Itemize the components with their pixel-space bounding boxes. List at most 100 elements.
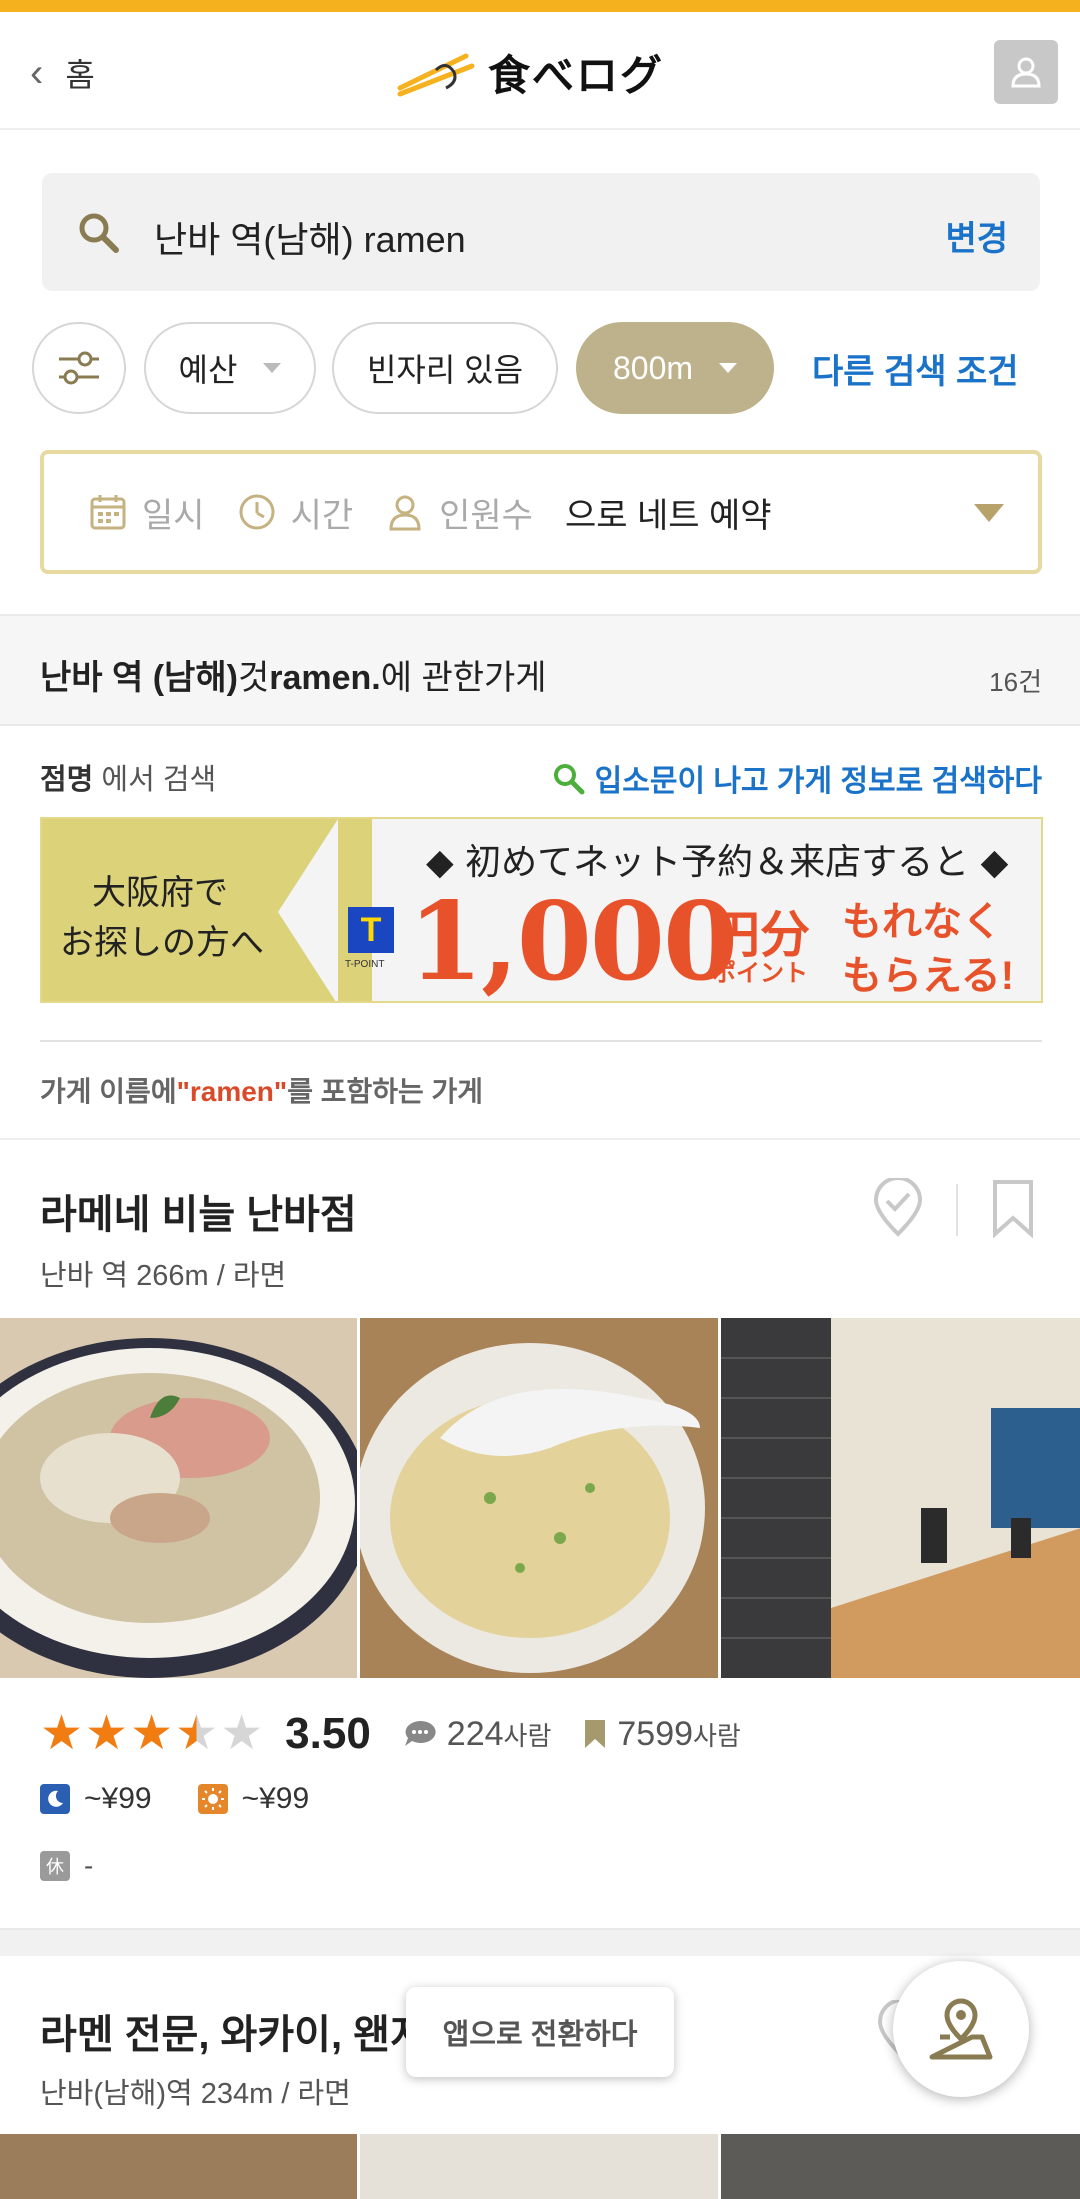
star-empty-icon: ★	[220, 1707, 264, 1760]
result-tail: 에 관한가게	[380, 659, 547, 697]
caret-down-icon	[974, 504, 1004, 522]
save-count-unit: 사람	[693, 1720, 741, 1751]
restaurant-location: 난바(남해)역 234m / 라면	[40, 2078, 351, 2110]
calendar-icon	[90, 495, 126, 530]
people-label: 인원수	[439, 496, 533, 535]
budget-filter[interactable]: 예산	[144, 322, 316, 414]
card-separator	[0, 1928, 1080, 1956]
review-count[interactable]: 224 사람	[403, 1714, 551, 1754]
food-photo[interactable]	[360, 2134, 718, 2199]
star-full-icon: ★	[40, 1707, 84, 1760]
banner-right-line1: もれなく	[842, 889, 1002, 947]
speech-bubble-icon	[404, 1720, 436, 1746]
review-info-search-label: 입소문이 나고 가게 정보로 검색하다	[594, 765, 1042, 798]
distance-label: 800m	[612, 349, 694, 386]
logo-text: 食べログ	[488, 52, 665, 99]
caret-down-icon	[719, 363, 738, 373]
star-full-icon: ★	[130, 1707, 174, 1760]
banner-left-line2: お探しの方へ	[60, 923, 264, 963]
other-conditions-link[interactable]: 다른 검색 조건	[812, 344, 1019, 393]
divider	[956, 1184, 958, 1236]
back-home-button[interactable]: ‹ 홈	[30, 50, 95, 96]
tabelog-logo[interactable]: 食べログ	[396, 42, 664, 103]
banner-headline: ◆ 初めてネット予約＆来店すると ◆	[426, 842, 1009, 883]
photo-strip	[0, 2134, 1080, 2199]
back-label: 홈	[65, 57, 95, 93]
interior-photo[interactable]	[720, 1318, 1080, 1678]
restaurant-card[interactable]: 라메네 비늘 난바점 난바 역 266m / 라면 ★ ★ ★ ★ ★ 3.50…	[0, 1140, 1080, 1928]
review-count-value: 224	[446, 1714, 504, 1753]
person-icon	[389, 495, 421, 531]
tpoint-letter: T	[360, 910, 382, 949]
map-view-button[interactable]	[893, 1961, 1029, 2097]
shop-name-search-link[interactable]: 점명 에서 검색	[40, 764, 216, 796]
people-field[interactable]: 인원수	[385, 488, 533, 537]
save-count[interactable]: 7599 사람	[583, 1714, 741, 1754]
save-count-value: 7599	[617, 1714, 694, 1753]
search-icon	[553, 764, 585, 795]
profile-button[interactable]	[994, 40, 1058, 104]
star-rating: ★ ★ ★ ★ ★	[40, 1710, 265, 1758]
tpoint-label: T-POINT	[345, 959, 385, 970]
vacancy-filter[interactable]: 빈자리 있음	[332, 322, 558, 414]
food-photo-fried-rice[interactable]	[360, 1318, 718, 1678]
closed-days-row: 休 -	[40, 1850, 93, 1882]
shop-name-bold: 점명	[40, 764, 94, 796]
name-filter-suffix: 를 포함하는 가게	[287, 1076, 484, 1107]
banner-right-line2: もらえる!	[842, 943, 1015, 1001]
food-photo[interactable]	[0, 2134, 358, 2199]
vacancy-label: 빈자리 있음	[366, 352, 524, 388]
bookmark-icon[interactable]	[990, 1178, 1036, 1238]
food-photo[interactable]	[720, 2134, 1080, 2199]
map-pin-icon	[929, 1998, 993, 2060]
shop-name-rest: 에서 검색	[93, 764, 217, 796]
result-connector: 것	[237, 659, 270, 697]
date-label: 일시	[142, 496, 205, 535]
clock-icon	[239, 494, 275, 530]
search-icon	[79, 213, 119, 253]
food-photo-ramen[interactable]	[0, 1318, 358, 1678]
lunch-price: ~¥99	[241, 1782, 310, 1815]
result-title: 난바 역 (남해)것ramen.에 관한가게	[40, 650, 547, 699]
dinner-price: ~¥99	[84, 1782, 152, 1815]
moon-icon	[40, 1784, 70, 1814]
sliders-icon	[59, 351, 99, 385]
result-count: 16건	[989, 667, 1042, 697]
filter-settings-button[interactable]	[32, 322, 126, 414]
rating-row: ★ ★ ★ ★ ★ 3.50 224 사람 7599 사람	[40, 1706, 741, 1762]
time-label: 시간	[290, 496, 354, 535]
result-keyword: ramen.	[269, 659, 381, 697]
result-summary: 난바 역 (남해)것ramen.에 관한가게 16건	[0, 614, 1080, 726]
time-field[interactable]: 시간	[237, 488, 354, 537]
banner-points: ポイント	[712, 960, 808, 987]
distance-filter[interactable]: 800m	[576, 322, 774, 414]
switch-to-app-button[interactable]: 앱으로 전환하다	[406, 1987, 674, 2077]
visited-check-icon[interactable]	[872, 1178, 924, 1238]
tpoint-logo: T	[348, 907, 394, 953]
result-station: 난바 역 (남해)	[40, 659, 238, 697]
banner-amount: 1,000	[408, 879, 738, 1003]
restaurant-name[interactable]: 라멘 전문, 와카이, 왠지	[40, 2002, 430, 2060]
tpoint-promo-banner[interactable]: 大阪府で お探しの方へ ◆ 初めてネット予約＆来店すると ◆ T T-POINT…	[40, 817, 1043, 1003]
name-filter-heading: 가게 이름에"ramen"를 포함하는 가게	[40, 1070, 483, 1110]
banner-arrow	[278, 819, 338, 1001]
review-info-search-link[interactable]: 입소문이 나고 가게 정보로 검색하다	[551, 756, 1042, 800]
reservation-selector[interactable]: 일시 시간 인원수 으로 네트 예약	[40, 450, 1042, 574]
search-box[interactable]: 난바 역(남해) ramen 변경	[42, 173, 1040, 291]
caret-down-icon	[263, 363, 282, 373]
star-half-icon: ★	[175, 1707, 219, 1760]
divider	[40, 1040, 1042, 1042]
sun-icon	[197, 1784, 228, 1814]
top-accent-bar	[0, 0, 1080, 12]
search-query[interactable]: 난바 역(남해) ramen	[154, 211, 466, 263]
restaurant-name[interactable]: 라메네 비늘 난바점	[40, 1182, 357, 1240]
date-field[interactable]: 일시	[88, 488, 205, 537]
change-search-button[interactable]: 변경	[945, 211, 1008, 260]
closed-day-icon: 休	[40, 1851, 70, 1881]
budget-label: 예산	[178, 352, 238, 388]
chopsticks-logo-icon	[397, 53, 475, 96]
banner-left-line1: 大阪府で	[92, 873, 228, 913]
name-filter-keyword: "ramen"	[176, 1076, 288, 1107]
chevron-left-icon: ‹	[30, 50, 44, 95]
filter-bar: 예산 빈자리 있음 800m 다른 검색 조건	[32, 322, 1072, 414]
